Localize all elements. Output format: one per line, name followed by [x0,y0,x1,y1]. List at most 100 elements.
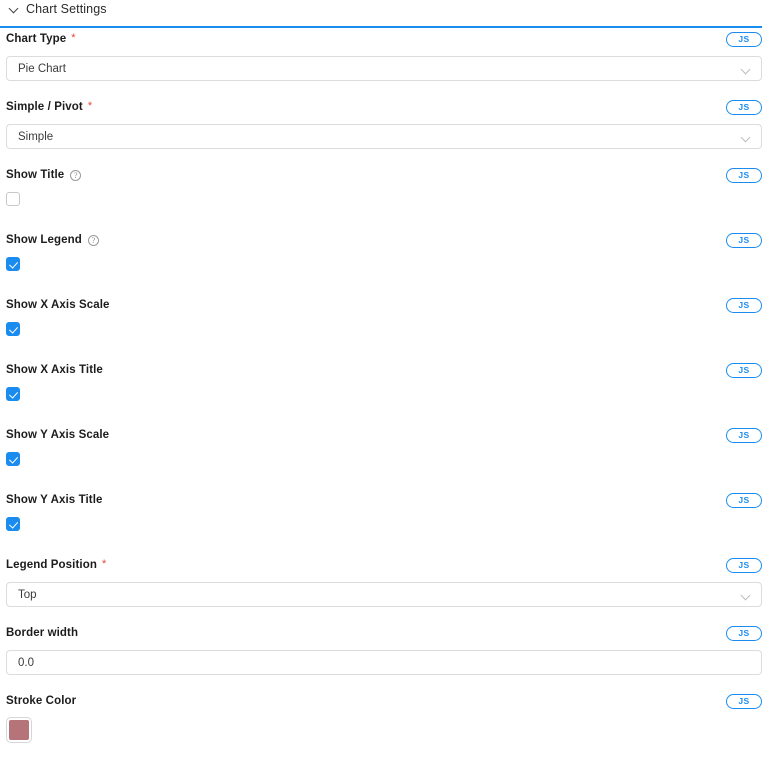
label-wrap: Chart Type * [6,31,76,45]
page-title: Chart Settings [26,2,107,17]
field-header: Chart Type * JS [6,28,762,50]
control-row: Pie Chart [6,50,762,81]
settings-form: Chart Type * JS Pie Chart Simple / Pivot * JS S… [0,28,771,765]
field-label: Show Y Axis Scale [6,429,110,441]
selected-value: Top [18,588,37,601]
field-stroke-color: Stroke Color JS [0,690,771,765]
field-label: Show X Axis Title [6,364,103,376]
control-row: Top [6,576,762,607]
field-chart-type: Chart Type * JS Pie Chart [0,28,771,96]
js-badge[interactable]: JS [726,167,762,183]
label-wrap: Stroke Color [6,695,76,707]
label-wrap: Show Legend? [6,234,99,246]
label-wrap: Show Title? [6,169,82,181]
field-show-x-axis-title: Show X Axis Title JS [0,359,771,424]
js-badge[interactable]: JS [726,31,762,47]
field-label: Border width [6,627,79,639]
field-header: Show Legend? JS [6,229,762,251]
show-legend-checkbox[interactable] [6,257,20,271]
field-header: Legend Position * JS [6,554,762,576]
field-header: Show Y Axis Scale JS [6,424,762,446]
label-wrap: Show X Axis Title [6,364,103,376]
control-row [6,251,762,276]
control-row [6,446,762,471]
js-badge[interactable]: JS [726,362,762,378]
js-badge[interactable]: JS [726,625,762,641]
show-x-axis-title-checkbox[interactable] [6,387,20,401]
chevron-down-icon[interactable] [9,4,20,15]
selected-value: Simple [18,130,54,143]
js-badge[interactable]: JS [726,232,762,248]
chevron-down-icon[interactable] [740,132,751,143]
border-width-input[interactable]: 0.0 [6,650,762,675]
control-row [6,712,762,747]
field-label: Legend Position [6,559,97,571]
field-label: Show Title [6,169,65,181]
show-x-axis-scale-checkbox[interactable] [6,322,20,336]
control-row [6,186,762,211]
chart-type-select[interactable]: Pie Chart [6,56,762,81]
field-header: Show X Axis Title JS [6,359,762,381]
js-badge[interactable]: JS [726,297,762,313]
label-wrap: Show Y Axis Title [6,494,103,506]
field-show-y-axis-scale: Show Y Axis Scale JS [0,424,771,489]
field-legend-position: Legend Position * JS Top [0,554,771,622]
control-row: 0.0 [6,644,762,675]
field-header: Show Title? JS [6,164,762,186]
selected-value: Pie Chart [18,62,66,75]
control-row [6,316,762,341]
js-badge[interactable]: JS [726,492,762,508]
field-border-width: Border width JS 0.0 [0,622,771,690]
field-label: Show Legend [6,234,82,246]
label-wrap: Border width [6,627,78,639]
field-header: Stroke Color JS [6,690,762,712]
label-wrap: Show X Axis Scale [6,299,110,311]
required-indicator: * [71,31,76,44]
required-indicator: * [87,99,93,112]
field-header: Simple / Pivot * JS [6,96,762,118]
help-icon[interactable]: ? [87,234,99,246]
show-y-axis-title-checkbox[interactable] [6,517,20,531]
panel-header[interactable]: Chart Settings [0,0,771,19]
label-wrap: Legend Position * [6,557,107,571]
field-label: Show X Axis Scale [6,299,110,311]
show-title-checkbox[interactable] [6,192,20,206]
field-show-y-axis-title: Show Y Axis Title JS [0,489,771,554]
js-badge[interactable]: JS [726,99,762,115]
chevron-down-icon[interactable] [740,64,751,75]
control-row [6,511,762,536]
chevron-down-icon[interactable] [740,590,751,601]
stroke-color-swatch[interactable] [6,717,32,743]
js-badge[interactable]: JS [726,557,762,573]
label-wrap: Show Y Axis Scale [6,429,109,441]
field-label: Chart Type [6,33,67,45]
field-header: Show X Axis Scale JS [6,294,762,316]
simple-pivot-select[interactable]: Simple [6,124,762,149]
field-label: Show Y Axis Title [6,494,103,506]
field-show-legend: Show Legend? JS [0,229,771,294]
field-simple-pivot: Simple / Pivot * JS Simple [0,96,771,164]
help-icon[interactable]: ? [70,169,82,181]
control-row: Simple [6,118,762,149]
js-badge[interactable]: JS [726,693,762,709]
field-show-x-axis-scale: Show X Axis Scale JS [0,294,771,359]
js-badge[interactable]: JS [726,427,762,443]
required-indicator: * [101,557,107,570]
control-row [6,381,762,406]
field-label: Stroke Color [6,695,77,707]
legend-position-select[interactable]: Top [6,582,762,607]
show-y-axis-scale-checkbox[interactable] [6,452,20,466]
field-show-title: Show Title? JS [0,164,771,229]
chart-settings-panel: Chart Settings Chart Type * JS Pie Chart Sim… [0,0,771,765]
field-label: Simple / Pivot [6,101,83,113]
